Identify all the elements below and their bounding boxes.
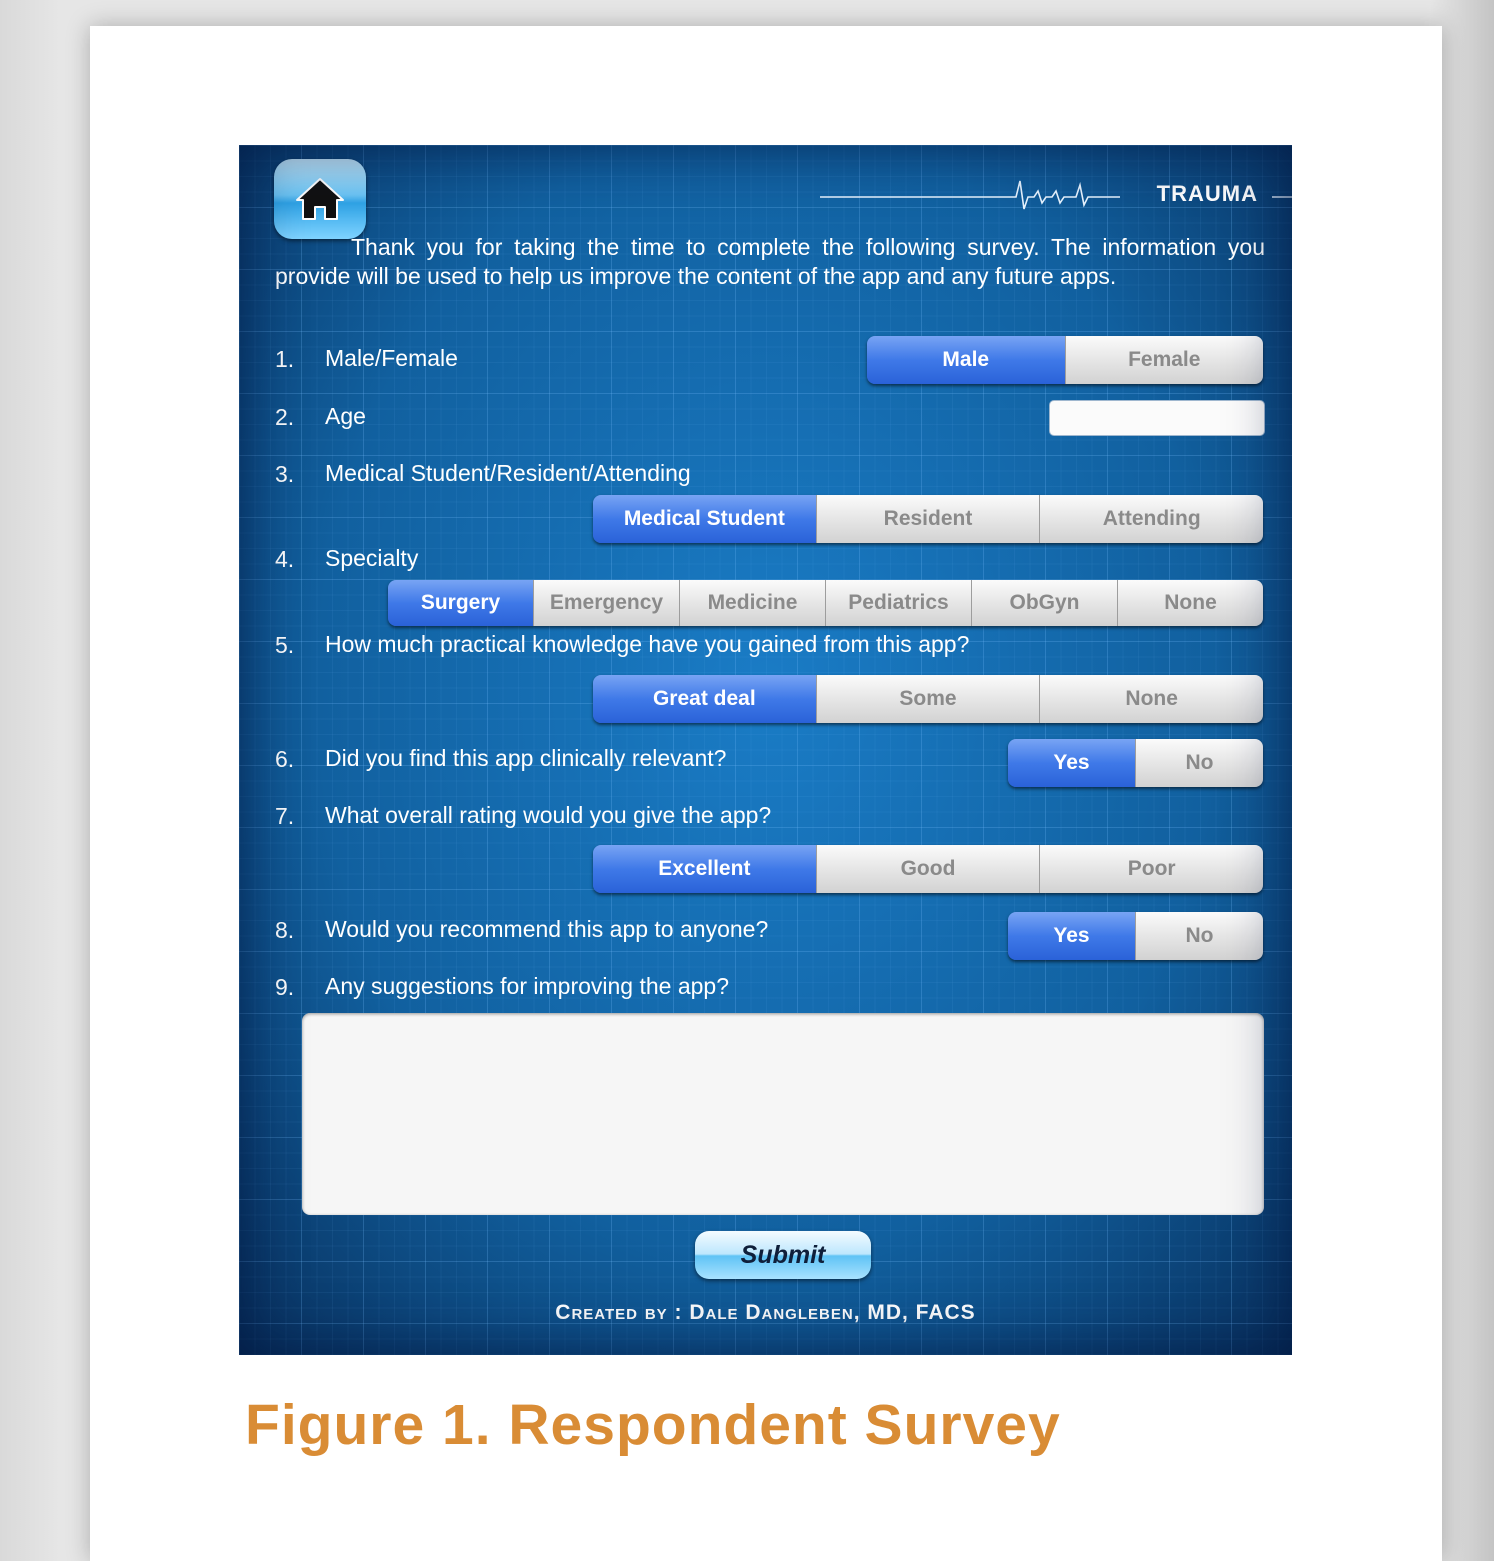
age-input[interactable] bbox=[1049, 400, 1265, 436]
question-text: Male/Female bbox=[325, 345, 458, 371]
relevance-segmented-control[interactable]: Yes No bbox=[1008, 739, 1263, 787]
option-excellent[interactable]: Excellent bbox=[593, 845, 816, 893]
question-number: 9. bbox=[275, 974, 295, 1000]
home-button[interactable] bbox=[274, 159, 366, 239]
question-number: 5. bbox=[275, 632, 295, 658]
option-great-deal[interactable]: Great deal bbox=[593, 675, 816, 723]
option-pediatrics[interactable]: Pediatrics bbox=[825, 580, 971, 626]
question-text: Any suggestions for improving the app? bbox=[325, 973, 730, 999]
question-text: Did you find this app clinically relevan… bbox=[325, 745, 727, 771]
option-yes[interactable]: Yes bbox=[1008, 912, 1135, 960]
brand-title: TRAUMA bbox=[1156, 181, 1258, 206]
option-no[interactable]: No bbox=[1135, 912, 1263, 960]
option-none[interactable]: None bbox=[1117, 580, 1263, 626]
question-number: 2. bbox=[275, 404, 295, 430]
role-segmented-control[interactable]: Medical Student Resident Attending bbox=[593, 495, 1263, 543]
option-resident[interactable]: Resident bbox=[815, 495, 1040, 543]
app-screen: TRAUMA Thank you for taking the time to … bbox=[239, 145, 1292, 1355]
option-obgyn[interactable]: ObGyn bbox=[971, 580, 1117, 626]
question-number: 4. bbox=[275, 546, 295, 572]
option-female[interactable]: Female bbox=[1064, 336, 1263, 384]
gender-segmented-control[interactable]: Male Female bbox=[867, 336, 1263, 384]
home-icon bbox=[296, 178, 344, 220]
rating-segmented-control[interactable]: Excellent Good Poor bbox=[593, 845, 1263, 893]
figure-caption: Figure 1. Respondent Survey bbox=[245, 1393, 1061, 1457]
credit-line: Created by : Dale Dangleben, MD, FACS bbox=[555, 1301, 976, 1324]
option-some[interactable]: Some bbox=[815, 675, 1040, 723]
option-poor[interactable]: Poor bbox=[1039, 845, 1263, 893]
question-text: How much practical knowledge have you ga… bbox=[325, 631, 970, 657]
specialty-segmented-control[interactable]: Surgery Emergency Medicine Pediatrics Ob… bbox=[388, 580, 1263, 626]
intro-text: Thank you for taking the time to complet… bbox=[275, 234, 1265, 289]
question-text: What overall rating would you give the a… bbox=[325, 802, 772, 828]
option-male[interactable]: Male bbox=[867, 336, 1065, 384]
question-text: Age bbox=[325, 403, 366, 429]
option-medicine[interactable]: Medicine bbox=[679, 580, 825, 626]
submit-button[interactable]: Submit bbox=[695, 1231, 871, 1279]
question-number: 1. bbox=[275, 346, 295, 372]
option-attending[interactable]: Attending bbox=[1039, 495, 1263, 543]
question-text: Specialty bbox=[325, 545, 419, 571]
option-good[interactable]: Good bbox=[815, 845, 1040, 893]
option-medical-student[interactable]: Medical Student bbox=[593, 495, 816, 543]
question-number: 8. bbox=[275, 917, 295, 943]
question-number: 7. bbox=[275, 803, 295, 829]
suggestions-textarea[interactable] bbox=[302, 1013, 1264, 1215]
brand-header: TRAUMA bbox=[820, 175, 1292, 215]
recommend-segmented-control[interactable]: Yes No bbox=[1008, 912, 1263, 960]
option-surgery[interactable]: Surgery bbox=[388, 580, 533, 626]
option-yes[interactable]: Yes bbox=[1008, 739, 1135, 787]
question-number: 6. bbox=[275, 746, 295, 772]
question-text: Medical Student/Resident/Attending bbox=[325, 460, 691, 486]
question-text: Would you recommend this app to anyone? bbox=[325, 916, 769, 942]
option-no[interactable]: No bbox=[1135, 739, 1263, 787]
knowledge-segmented-control[interactable]: Great deal Some None bbox=[593, 675, 1263, 723]
option-none[interactable]: None bbox=[1039, 675, 1263, 723]
question-number: 3. bbox=[275, 461, 295, 487]
option-emergency[interactable]: Emergency bbox=[533, 580, 679, 626]
